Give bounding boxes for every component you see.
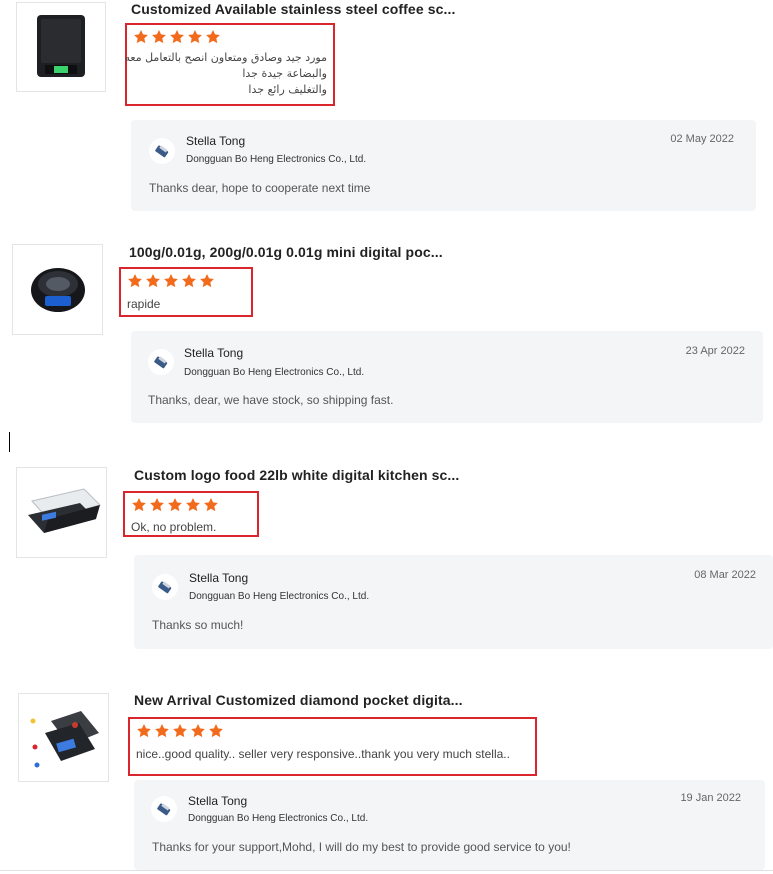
star-icon: [164, 274, 178, 288]
review-highlight-box: مورد جيد وصادق ومتعاون انصح بالتعامل معه…: [125, 23, 335, 106]
star-rating: [131, 496, 251, 514]
star-icon: [200, 274, 214, 288]
reply-company: Dongguan Bo Heng Electronics Co., Ltd.: [184, 367, 365, 378]
review-text-line: والبضاعة جيدة جدا: [242, 67, 327, 80]
review-text-line: nice..good quality.. seller very respons…: [136, 747, 510, 761]
star-icon: [152, 30, 166, 44]
supplier-logo-icon: [152, 574, 178, 600]
supplier-reply: Stella Tong Dongguan Bo Heng Electronics…: [134, 555, 773, 649]
star-rating: [136, 722, 529, 740]
star-icon: [132, 498, 146, 512]
reply-date: 08 Mar 2022: [694, 569, 756, 581]
divider: [0, 870, 773, 871]
star-icon: [173, 724, 187, 738]
reply-message: Thanks, dear, we have stock, so shipping…: [148, 393, 394, 407]
product-thumbnail[interactable]: [12, 244, 103, 335]
star-icon: [206, 30, 220, 44]
reply-author: Stella Tong: [189, 571, 249, 585]
review-highlight-box: rapide: [119, 267, 253, 317]
product-title[interactable]: New Arrival Customized diamond pocket di…: [134, 692, 463, 708]
star-icon: [150, 498, 164, 512]
star-icon: [128, 274, 142, 288]
supplier-reply: Stella Tong Dongguan Bo Heng Electronics…: [131, 331, 763, 423]
review-text-line: مورد جيد وصادق ومتعاون انصح بالتعامل معه: [124, 51, 328, 64]
review-text-line: Ok, no problem.: [131, 520, 217, 534]
star-icon: [134, 30, 148, 44]
product-title[interactable]: Custom logo food 22lb white digital kitc…: [134, 467, 459, 483]
star-rating: [127, 272, 245, 290]
supplier-logo-icon: [148, 349, 174, 375]
reply-date: 02 May 2022: [670, 133, 734, 145]
star-icon: [182, 274, 196, 288]
star-icon: [186, 498, 200, 512]
text-cursor: [9, 432, 10, 452]
reply-company: Dongguan Bo Heng Electronics Co., Ltd.: [186, 154, 367, 165]
review-highlight-box: nice..good quality.. seller very respons…: [128, 717, 537, 776]
star-icon: [204, 498, 218, 512]
star-icon: [188, 30, 202, 44]
supplier-logo-icon: [151, 796, 177, 822]
mini-scale-image: [30, 267, 85, 312]
kitchen-scale-image: [27, 487, 101, 533]
product-title[interactable]: Customized Available stainless steel cof…: [131, 1, 455, 17]
star-icon: [168, 498, 182, 512]
star-icon: [155, 724, 169, 738]
product-title[interactable]: 100g/0.01g, 200g/0.01g 0.01g mini digita…: [129, 244, 443, 260]
star-icon: [170, 30, 184, 44]
product-thumbnail[interactable]: [18, 693, 109, 782]
supplier-reply: Stella Tong Dongguan Bo Heng Electronics…: [131, 120, 756, 211]
review-text-line: والتغليف رائع جدا: [248, 83, 327, 96]
reply-message: Thanks dear, hope to cooperate next time: [149, 181, 371, 195]
reply-author: Stella Tong: [184, 346, 244, 360]
pocket-scale-image: [30, 710, 99, 767]
reply-message: Thanks so much!: [152, 618, 244, 632]
reply-company: Dongguan Bo Heng Electronics Co., Ltd.: [188, 813, 369, 824]
reply-date: 19 Jan 2022: [680, 792, 741, 804]
coffee-scale-image: [37, 15, 85, 77]
review-text-line: rapide: [127, 297, 161, 311]
star-icon: [191, 724, 205, 738]
reply-date: 23 Apr 2022: [685, 345, 745, 357]
reply-author: Stella Tong: [186, 134, 246, 148]
supplier-reply: Stella Tong Dongguan Bo Heng Electronics…: [134, 780, 765, 870]
supplier-logo-icon: [149, 138, 175, 164]
star-rating: [133, 28, 327, 46]
star-icon: [146, 274, 160, 288]
review-highlight-box: Ok, no problem.: [123, 491, 259, 537]
reply-message: Thanks for your support,Mohd, I will do …: [152, 840, 571, 854]
reply-company: Dongguan Bo Heng Electronics Co., Ltd.: [189, 591, 370, 602]
product-thumbnail[interactable]: [16, 467, 107, 558]
star-icon: [209, 724, 223, 738]
reply-author: Stella Tong: [188, 794, 248, 808]
product-thumbnail[interactable]: [16, 2, 106, 92]
star-icon: [137, 724, 151, 738]
